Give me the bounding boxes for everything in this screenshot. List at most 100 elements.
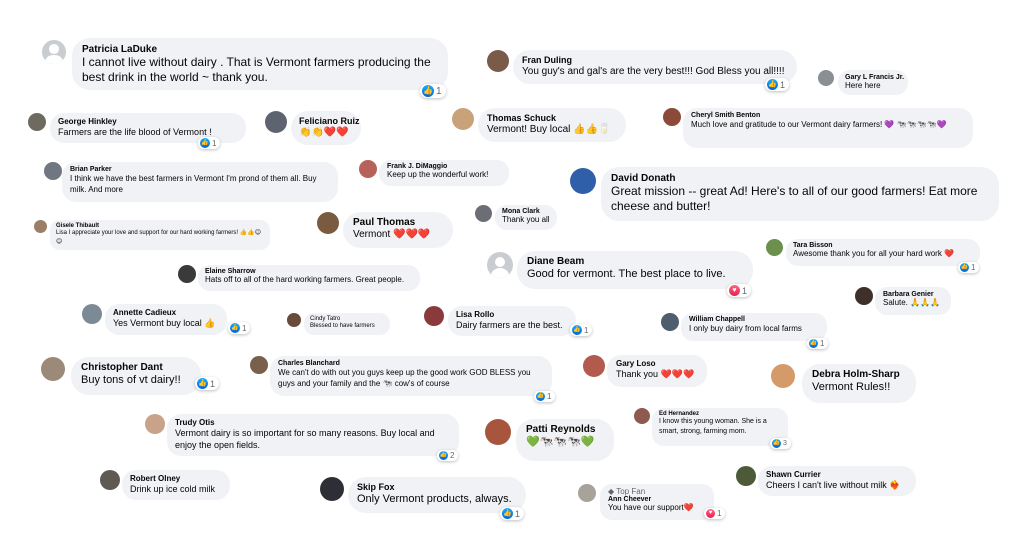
commenter-name[interactable]: Elaine Sharrow [205,268,413,275]
commenter-name[interactable]: Frank J. DiMaggio [387,163,501,170]
avatar[interactable] [41,357,65,381]
avatar[interactable] [570,168,596,194]
reaction-count[interactable]: 👍 1 [420,84,446,98]
commenter-name[interactable]: Skip Fox [357,482,517,492]
reaction-count[interactable]: 👍 3 [770,438,791,449]
avatar[interactable] [359,160,377,178]
commenter-name[interactable]: Barbara Genier [883,291,943,298]
commenter-name[interactable]: Lisa Rollo [456,310,568,319]
reaction-count[interactable]: 👍 1 [807,338,829,349]
commenter-name[interactable]: David Donath [611,173,989,184]
avatar[interactable] [485,419,511,445]
commenter-name[interactable]: William Chappell [689,316,819,323]
commenter-name[interactable]: Christopher Dant [81,362,191,373]
reaction-count[interactable]: 👍 1 [500,507,525,520]
avatar[interactable] [583,355,605,377]
commenter-name[interactable]: Paul Thomas [353,217,443,228]
commenter-name[interactable]: Tara Bisson [793,242,973,249]
comment-bubble: Tara Bisson Awesome thank you for all yo… [786,239,980,266]
reaction-count[interactable]: 👍 1 [765,78,790,91]
comment-bubble: ◆ Top Fan Ann Cheever You have our suppo… [600,484,714,520]
avatar[interactable] [287,313,301,327]
avatar[interactable] [452,108,474,130]
reaction-count[interactable]: 👍 1 [958,262,980,273]
commenter-name[interactable]: Gary L Francis Jr. [845,74,904,81]
avatar[interactable] [487,252,513,278]
avatar[interactable] [487,50,509,72]
avatar[interactable] [661,313,679,331]
reaction-count[interactable]: 👍 1 [534,391,556,402]
comment-text: Cheers I can't live without milk ❤️‍🔥 [766,480,901,490]
comment-text: Only Vermont products, always. [357,493,512,505]
comment-bubble: Robert Olney Drink up ice cold milk [122,470,230,500]
like-icon: 👍 [502,508,513,519]
avatar[interactable] [766,239,783,256]
comment-text: I cannot live without dairy . That is Ve… [82,55,431,84]
comment-bubble: Diane Beam Good for vermont. The best pl… [517,251,753,289]
commenter-name[interactable]: Charles Blanchard [278,360,544,367]
comment-text: Dairy farmers are the best. [456,320,563,330]
avatar[interactable] [634,408,650,424]
commenter-name[interactable]: Robert Olney [130,474,222,483]
reaction-count[interactable]: 👍 2 [437,450,459,461]
commenter-name[interactable]: Patricia LaDuke [82,44,438,55]
commenter-name[interactable]: Annette Cadieux [113,308,219,317]
comment-bubble: Patricia LaDuke I cannot live without da… [72,38,448,90]
comment-text: Salute. 🙏🙏🙏 [883,298,941,307]
avatar[interactable] [771,364,795,388]
comment-text: Here here [845,81,881,90]
commenter-name[interactable]: Diane Beam [527,256,743,267]
commenter-name[interactable]: George Hinkley [58,117,238,126]
comment-bubble: David Donath Great mission -- great Ad! … [601,167,999,221]
avatar[interactable] [424,306,444,326]
comment-bubble: Gisele Thibault Lisa I appreciate your l… [50,220,270,250]
commenter-name[interactable]: Brian Parker [70,166,330,173]
avatar[interactable] [42,40,66,64]
like-icon: 👍 [439,451,448,460]
reaction-count[interactable]: 👍 1 [228,322,251,334]
reaction-count[interactable]: ♥ 1 [704,508,726,519]
reaction-count[interactable]: 👍 1 [195,377,220,390]
avatar[interactable] [265,111,287,133]
commenter-name[interactable]: Debra Holm-Sharp [812,369,906,380]
commenter-name[interactable]: Gary Loso [616,359,698,368]
comment-text: Buy tons of vt dairy!! [81,374,181,386]
avatar[interactable] [736,466,756,486]
commenter-name[interactable]: Trudy Otis [175,418,451,427]
avatar[interactable] [475,205,492,222]
commenter-name[interactable]: Patti Reynolds [526,424,604,435]
comment-text: Keep up the wonderful work! [387,170,489,179]
reaction-count[interactable]: 👍 1 [198,137,221,149]
commenter-name[interactable]: Fran Duling [522,55,788,65]
avatar[interactable] [34,220,47,233]
commenter-name[interactable]: Cheryl Smith Benton [691,112,965,119]
avatar[interactable] [250,356,268,374]
avatar[interactable] [82,304,102,324]
commenter-name[interactable]: Ann Cheever [608,496,706,503]
comment-bubble: Christopher Dant Buy tons of vt dairy!! [71,357,201,395]
avatar[interactable] [145,414,165,434]
avatar[interactable] [818,70,834,86]
like-icon: 👍 [422,85,434,97]
commenter-name[interactable]: Feliciano Ruiz [299,116,360,126]
avatar[interactable] [855,287,873,305]
comment-text: You guy's and gal's are the very best!!!… [522,66,785,77]
comment-text: Much love and gratitude to our Vermont d… [691,120,947,129]
avatar[interactable] [663,108,681,126]
avatar[interactable] [100,470,120,490]
commenter-name[interactable]: Thomas Schuck [487,113,617,123]
avatar[interactable] [28,113,46,131]
comment-bubble: Thomas Schuck Vermont! Buy local 👍👍🥛 [478,108,626,142]
reaction-count[interactable]: ♥ 1 [727,284,752,297]
comment-bubble: Gary Loso Thank you ❤️❤️❤️ [607,355,707,387]
avatar[interactable] [44,162,62,180]
avatar[interactable] [320,477,344,501]
commenter-name[interactable]: Mona Clark [502,208,550,215]
comment-bubble: William Chappell I only buy dairy from l… [681,313,827,341]
avatar[interactable] [178,265,196,283]
avatar[interactable] [317,212,339,234]
comment-bubble: Frank J. DiMaggio Keep up the wonderful … [379,160,509,186]
avatar[interactable] [578,484,596,502]
reaction-count[interactable]: 👍 1 [570,324,593,336]
commenter-name[interactable]: Shawn Currier [766,470,908,479]
